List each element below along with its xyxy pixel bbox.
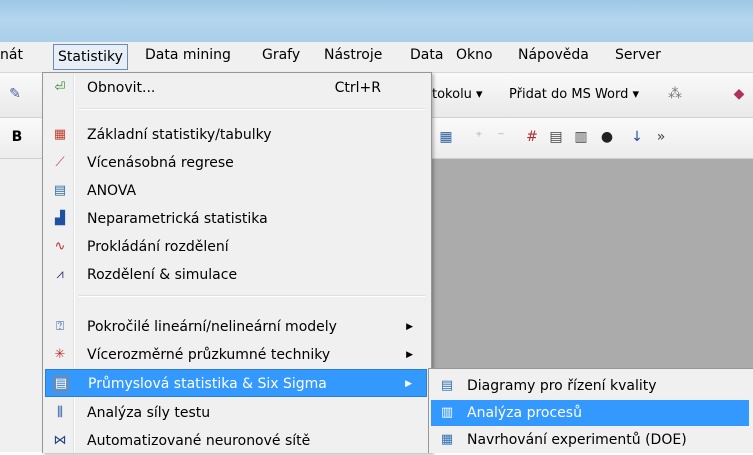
menu-item-rozdeleni-simulace[interactable]: ⩘ Rozdělení & simulace: [45, 261, 427, 289]
process-analysis-icon: ▥: [440, 405, 454, 420]
decrease-decimal-icon[interactable]: ⁻: [492, 128, 510, 146]
submenu-item-label: Navrhování experimentů (DOE): [467, 432, 687, 448]
menu-item-label: Rozdělení & simulace: [87, 267, 238, 283]
menu-item-label: Prokládání rozdělení: [87, 239, 229, 255]
menu-item-shortcut: Ctrl+R: [334, 80, 381, 96]
menu-item-prumyslova-statistika[interactable]: ▤ Průmyslová statistika & Six Sigma ▶: [45, 369, 427, 397]
sort-icon[interactable]: ↓: [628, 128, 646, 146]
menu-item-label: Pokročilé lineární/nelineární modely: [87, 319, 337, 335]
submenu-item-diagramy-kvality[interactable]: ▤ Diagramy pro řízení kvality: [431, 373, 749, 399]
submenu-item-label: Diagramy pro řízení kvality: [467, 378, 657, 394]
more-icon[interactable]: »: [652, 128, 670, 146]
add-to-word-dropdown[interactable]: Přidat do MS Word ▾: [509, 87, 639, 102]
menu-item-label: Automatizované neuronové sítě: [87, 433, 311, 449]
menu-napoveda[interactable]: Nápověda: [518, 47, 589, 63]
regression-icon: ⟋: [55, 155, 65, 170]
increase-decimal-icon[interactable]: ⁺: [470, 128, 488, 146]
menu-format[interactable]: nát: [0, 47, 23, 63]
menu-item-label: Obnovit...: [87, 80, 156, 96]
menu-server[interactable]: Server: [615, 47, 661, 63]
eraser-icon[interactable]: ◆: [730, 85, 748, 103]
table-edit-icon[interactable]: ▥: [572, 128, 590, 146]
six-sigma-icon: ▤: [52, 375, 70, 393]
dots-icon[interactable]: ⁂: [666, 85, 684, 103]
menu-statistiky[interactable]: Statistiky: [53, 44, 128, 70]
anova-icon: ▤: [53, 183, 67, 198]
refresh-icon: ⏎: [54, 80, 66, 95]
menu-item-label: Vícerozměrné průzkumné techniky: [87, 347, 331, 363]
doe-icon: ▦: [440, 432, 454, 447]
menu-item-regrese[interactable]: ⟋ Vícenásobná regrese: [45, 149, 427, 177]
submenu-arrow-icon: ▶: [405, 379, 412, 389]
menu-item-prokladani[interactable]: ∿ Prokládání rozdělení: [45, 233, 427, 261]
menu-item-label: ANOVA: [87, 183, 137, 199]
menu-item-label: Základní statistiky/tabulky: [87, 127, 272, 143]
menu-item-obnovit[interactable]: ⏎ Obnovit... Ctrl+R: [45, 74, 427, 102]
distribution-fit-icon: ∿: [54, 239, 66, 254]
submenu-item-doe[interactable]: ▦ Navrhování experimentů (DOE): [431, 427, 749, 453]
menu-item-pokrocile-modely[interactable]: ⍰ Pokročilé lineární/nelineární modely ▶: [45, 313, 427, 341]
menu-grafy[interactable]: Grafy: [262, 47, 300, 63]
submenu-item-analyza-procesu[interactable]: ▥ Analýza procesů: [431, 400, 749, 426]
menu-item-label: Průmyslová statistika & Six Sigma: [88, 376, 327, 392]
menu-item-neuronove-site[interactable]: ⋈ Automatizované neuronové sítě: [45, 427, 427, 455]
menu-okno[interactable]: Okno: [456, 47, 493, 63]
menu-nastroje[interactable]: Nástroje: [324, 47, 382, 63]
simulation-icon: ⩘: [56, 267, 64, 282]
mark-icon[interactable]: #: [523, 128, 541, 146]
submenu-item-label: Analýza procesů: [467, 405, 582, 421]
menu-item-label: Neparametrická statistika: [87, 211, 268, 227]
grid-icon[interactable]: ▦: [437, 128, 455, 146]
power-analysis-icon: ⫼: [57, 405, 63, 420]
table-icon[interactable]: ▤: [547, 128, 565, 146]
menu-bar: nát Statistiky Data mining Grafy Nástroj…: [0, 42, 753, 73]
lock-icon[interactable]: ●: [598, 128, 616, 146]
menu-item-zakladni-statistiky[interactable]: ▦ Základní statistiky/tabulky: [45, 121, 427, 149]
neural-network-icon: ⋈: [53, 433, 67, 448]
six-sigma-submenu: ▤ Diagramy pro řízení kvality ▥ Analýza …: [428, 368, 753, 453]
wand-icon[interactable]: ✎: [6, 85, 24, 103]
nonparametric-icon: ▟: [55, 211, 65, 226]
multivariate-icon: ✳: [54, 347, 66, 362]
menu-item-neparametricka[interactable]: ▟ Neparametrická statistika: [45, 205, 427, 233]
menu-item-label: Analýza síly testu: [87, 405, 211, 421]
submenu-arrow-icon: ▶: [406, 350, 413, 360]
advanced-models-icon: ⍰: [56, 319, 64, 334]
submenu-arrow-icon: ▶: [406, 322, 413, 332]
menu-item-label: Vícenásobná regrese: [87, 155, 234, 171]
menu-separator: [79, 295, 425, 297]
basic-stats-icon: ▦: [53, 127, 67, 142]
quality-control-icon: ▤: [440, 378, 454, 393]
menu-data[interactable]: Data: [410, 47, 443, 63]
menu-item-analyza-sily-testu[interactable]: ⫼ Analýza síly testu: [45, 399, 427, 427]
left-panel: [0, 159, 42, 452]
menu-separator: [79, 108, 425, 110]
menu-data-mining[interactable]: Data mining: [145, 47, 231, 63]
protocol-dropdown[interactable]: tokolu ▾: [432, 87, 483, 102]
statistiky-dropdown-menu: ⏎ Obnovit... Ctrl+R ▦ Základní statistik…: [42, 72, 432, 453]
bold-icon[interactable]: B: [8, 128, 26, 146]
menu-item-anova[interactable]: ▤ ANOVA: [45, 177, 427, 205]
menu-item-vicerozmerne[interactable]: ✳ Vícerozměrné průzkumné techniky ▶: [45, 341, 427, 369]
window-titlebar: [0, 0, 753, 42]
